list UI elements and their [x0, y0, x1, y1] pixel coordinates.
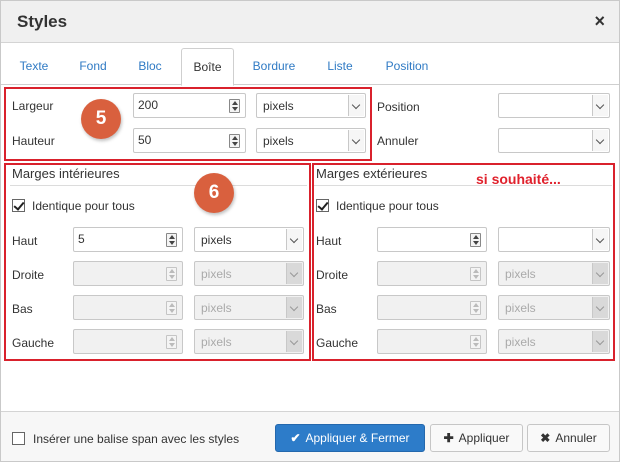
dialog-titlebar: Styles ×	[1, 1, 619, 43]
position-select[interactable]	[498, 93, 610, 118]
apply-close-label: Appliquer & Fermer	[305, 431, 410, 445]
annuler-label: Annuler	[377, 134, 419, 148]
tab-position[interactable]: Position	[375, 48, 439, 85]
plus-icon: ✚	[443, 431, 454, 445]
annotation-box-size	[4, 87, 372, 161]
annuler-select[interactable]	[498, 128, 610, 153]
position-label: Position	[377, 100, 420, 114]
tab-texte[interactable]: Texte	[9, 48, 59, 85]
chevron-down-icon	[592, 130, 608, 151]
annotation-box-margin	[312, 163, 615, 361]
chevron-down-icon	[592, 95, 608, 116]
annotation-badge-6: 6	[194, 173, 234, 213]
tab-bordure[interactable]: Bordure	[243, 48, 305, 85]
apply-close-button[interactable]: ✔ Appliquer & Fermer	[275, 424, 425, 452]
insert-span-checkbox[interactable]	[12, 432, 25, 445]
tab-bar: Texte Fond Bloc Boîte Bordure Liste Posi…	[1, 48, 619, 86]
tab-boite[interactable]: Boîte	[181, 48, 234, 86]
styles-dialog: Styles × Texte Fond Bloc Boîte Bordure L…	[0, 0, 620, 462]
annotation-box-padding	[4, 163, 311, 361]
tab-liste[interactable]: Liste	[317, 48, 363, 85]
cancel-button[interactable]: ✖ Annuler	[527, 424, 610, 452]
tab-fond[interactable]: Fond	[67, 48, 119, 85]
insert-span-label: Insérer une balise span avec les styles	[33, 432, 240, 446]
check-icon: ✔	[290, 431, 301, 445]
dialog-footer: Insérer une balise span avec les styles …	[1, 411, 619, 461]
dialog-title: Styles	[17, 12, 68, 31]
close-icon[interactable]: ×	[594, 11, 605, 31]
apply-label: Appliquer	[458, 431, 510, 445]
annotation-note: si souhaité...	[476, 171, 561, 187]
cancel-label: Annuler	[555, 431, 597, 445]
annotation-badge-5: 5	[81, 99, 121, 139]
tab-bloc[interactable]: Bloc	[125, 48, 175, 85]
close-icon: ✖	[540, 431, 551, 445]
apply-button[interactable]: ✚ Appliquer	[430, 424, 523, 452]
